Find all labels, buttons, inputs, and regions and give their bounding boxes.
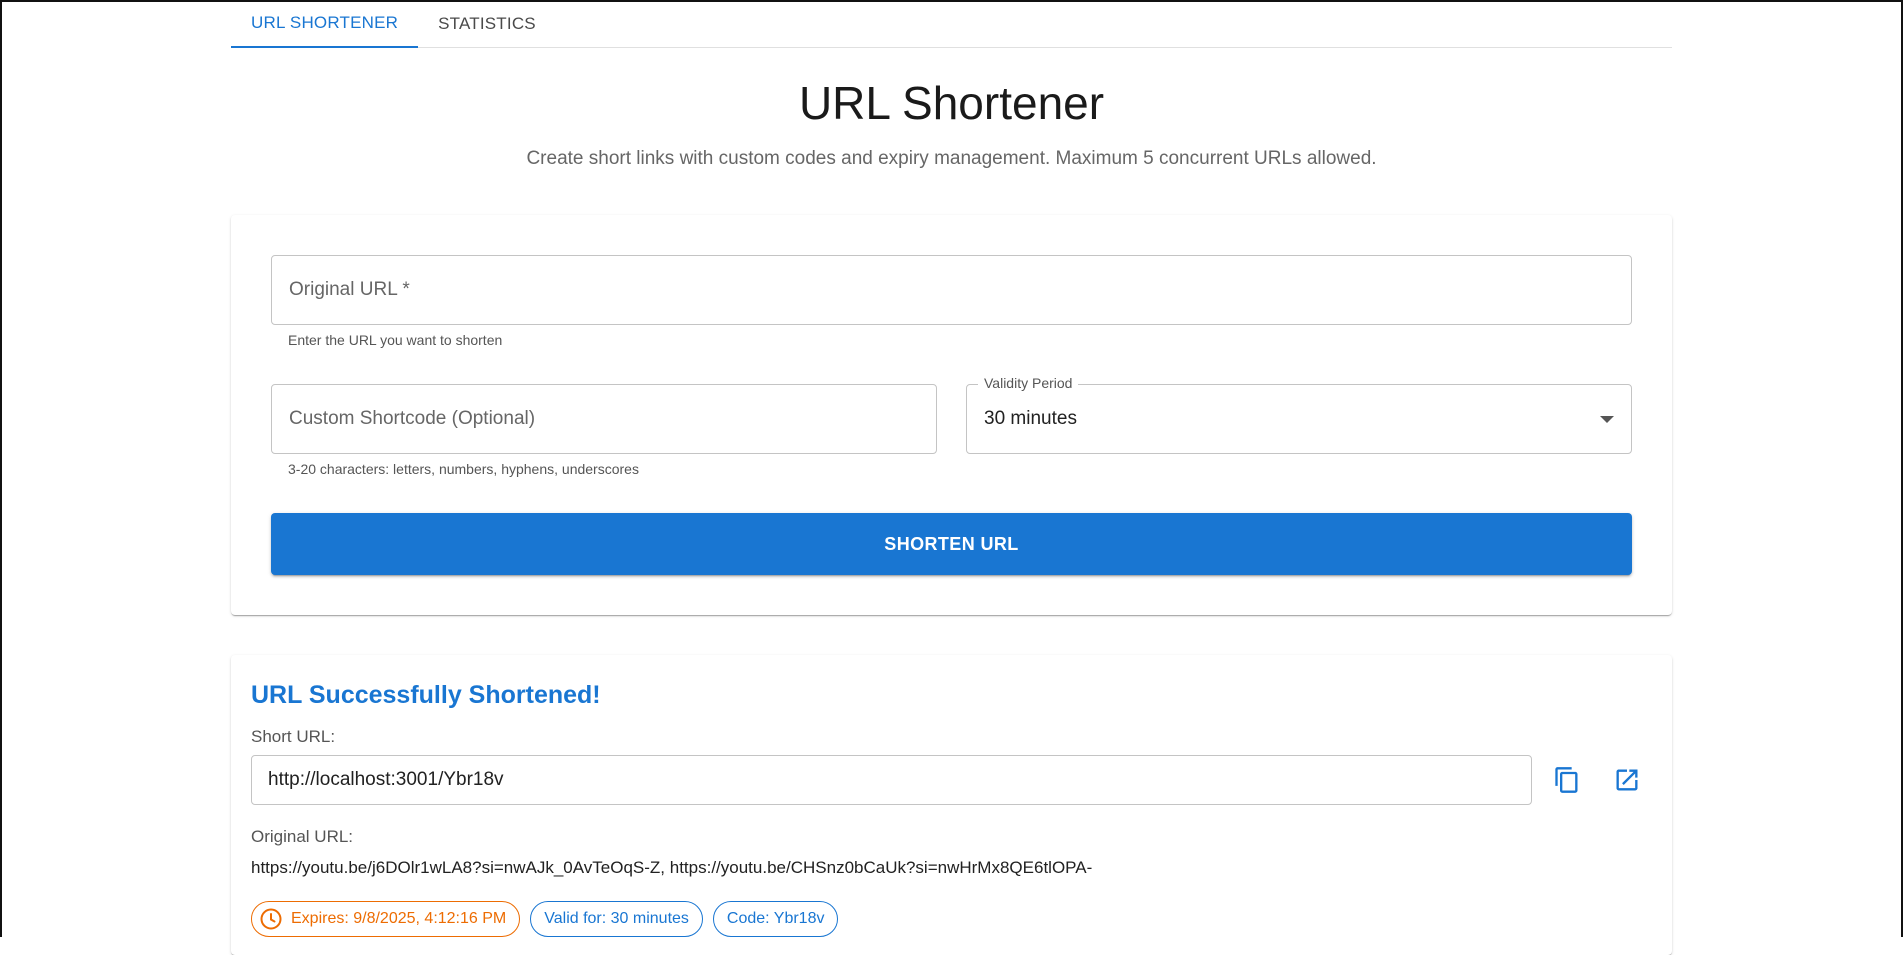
tab-bar: URL SHORTENER STATISTICS [231, 0, 1672, 48]
result-chips: Expires: 9/8/2025, 4:12:16 PM Valid for:… [251, 901, 839, 937]
original-url-label: Original URL: [251, 827, 354, 846]
tab-url-shortener[interactable]: URL SHORTENER [231, 0, 419, 48]
code-chip: Code: Ybr18v [712, 901, 839, 937]
original-url-value: https://youtu.be/j6DOlr1wLA8?si=nwAJk_0A… [251, 858, 1093, 877]
chevron-down-icon [1600, 415, 1614, 423]
expires-text: Expires: 9/8/2025, 4:12:16 PM [291, 910, 507, 927]
copy-icon [1555, 767, 1578, 793]
code-text: Code: Ybr18v [726, 910, 825, 927]
open-link-button[interactable] [1607, 760, 1647, 800]
valid-for-text: Valid for: 30 minutes [544, 910, 689, 927]
original-url-field[interactable] [271, 255, 1632, 325]
open-in-new-icon [1616, 769, 1638, 791]
clock-icon [260, 908, 282, 930]
result-title: URL Successfully Shortened! [251, 681, 601, 709]
shorten-url-button[interactable]: SHORTEN URL [271, 513, 1632, 575]
expires-chip: Expires: 9/8/2025, 4:12:16 PM [251, 901, 521, 937]
custom-shortcode-field[interactable] [271, 384, 937, 454]
result-card: URL Successfully Shortened! Short URL: O… [231, 655, 1672, 955]
original-url-helper: Enter the URL you want to shorten [288, 332, 503, 348]
shorten-form-card: Enter the URL you want to shorten 3-20 c… [231, 215, 1672, 615]
tab-statistics[interactable]: STATISTICS [418, 0, 556, 47]
short-url-label: Short URL: [251, 727, 336, 746]
valid-for-chip: Valid for: 30 minutes [530, 901, 703, 937]
custom-shortcode-input[interactable] [289, 408, 919, 430]
page-subtitle: Create short links with custom codes and… [526, 148, 1377, 169]
app-container: URL SHORTENER STATISTICS URL Shortener C… [231, 0, 1672, 955]
validity-period-select[interactable]: Validity Period 30 minutes [966, 375, 1632, 454]
page-title: URL Shortener [798, 77, 1105, 129]
short-url-input[interactable] [268, 769, 1515, 791]
validity-period-value: 30 minutes [984, 408, 1077, 429]
custom-shortcode-helper: 3-20 characters: letters, numbers, hyphe… [288, 461, 639, 477]
copy-button[interactable] [1547, 760, 1587, 800]
short-url-field[interactable] [251, 755, 1532, 805]
original-url-input[interactable] [289, 279, 1614, 301]
validity-period-label: Validity Period [978, 375, 1079, 391]
